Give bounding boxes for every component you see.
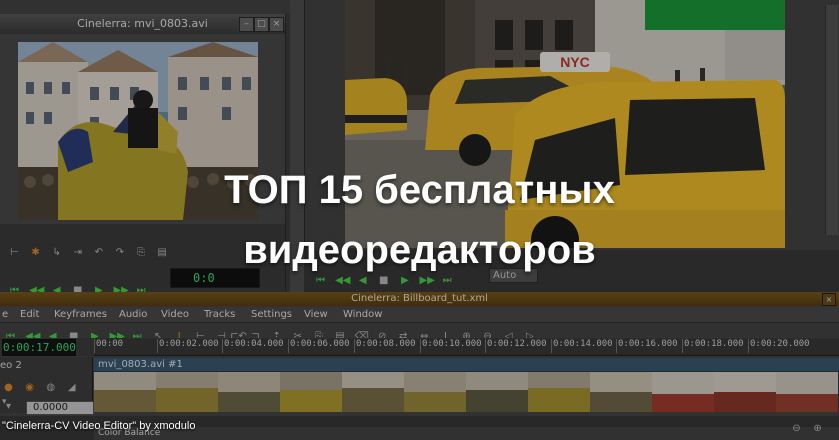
photo-credit: "Cinelerra-CV Video Editor" by xmodulo bbox=[2, 420, 196, 432]
headline-line-2: видеоредакторов bbox=[243, 228, 596, 272]
headline-line-1: ТОП 15 бесплатных bbox=[224, 168, 615, 212]
dim-overlay bbox=[0, 0, 839, 440]
